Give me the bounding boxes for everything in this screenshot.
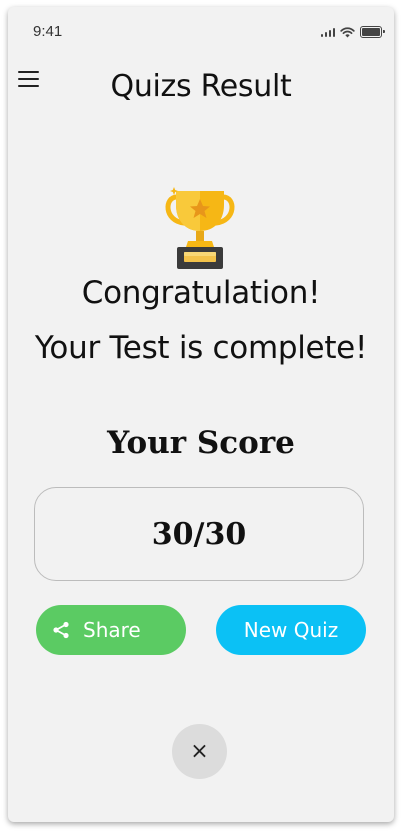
status-time: 9:41 — [33, 23, 63, 40]
trophy-icon — [165, 187, 235, 269]
battery-icon — [360, 26, 385, 38]
share-label: Share — [83, 618, 141, 642]
score-box: 30/30 — [34, 487, 364, 581]
score-label: Your Score — [107, 425, 295, 461]
status-bar: 9:41 — [8, 7, 394, 57]
close-icon: × — [190, 739, 209, 764]
phone-screen: 9:41 Quizs Result Congratulation! Your T… — [8, 7, 394, 822]
status-icons — [320, 26, 385, 38]
new-quiz-label: New Quiz — [243, 618, 339, 642]
share-icon — [53, 621, 69, 639]
congratulation-text: Congratulation! — [81, 275, 321, 311]
close-button[interactable]: × — [172, 724, 227, 779]
new-quiz-button[interactable]: New Quiz — [216, 605, 366, 655]
share-button[interactable]: Share — [36, 605, 186, 655]
page-title: Quizs Result — [110, 69, 292, 104]
signal-icon — [320, 27, 335, 37]
wifi-icon — [340, 26, 355, 37]
test-complete-text: Your Test is complete! — [34, 330, 368, 366]
score-value: 30/30 — [151, 516, 247, 552]
